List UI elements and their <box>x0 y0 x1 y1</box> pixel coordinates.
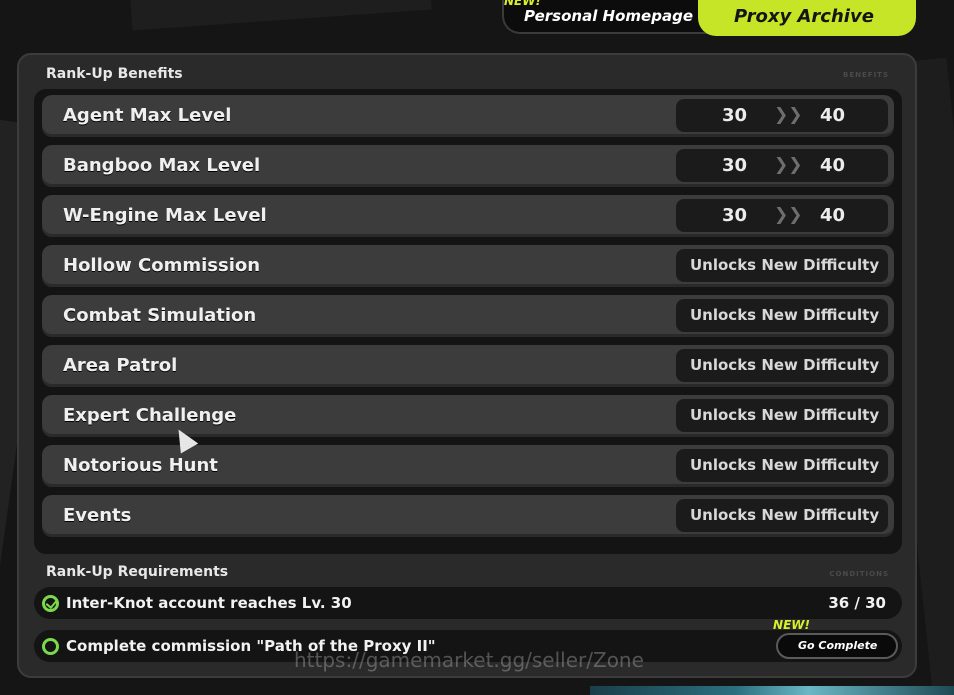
unlock-text: Unlocks New Difficulty <box>690 506 880 524</box>
background-stripe <box>128 0 432 31</box>
unlock-text: Unlocks New Difficulty <box>690 306 880 324</box>
unlock-value: Unlocks New Difficulty <box>676 299 888 332</box>
benefit-label: Expert Challenge <box>63 405 237 426</box>
check-complete-icon <box>42 595 59 612</box>
benefit-label: Agent Max Level <box>63 105 232 126</box>
tab-label: Proxy Archive <box>734 6 874 27</box>
benefit-row-area-patrol: Area Patrol Unlocks New Difficulty <box>42 345 894 387</box>
tab-label: Personal Homepage <box>524 7 693 25</box>
unlock-text: Unlocks New Difficulty <box>690 256 880 274</box>
benefit-row-expert-challenge: Expert Challenge Unlocks New Difficulty <box>42 395 894 437</box>
level-range: 30 ❯❯ 40 <box>676 149 888 182</box>
level-from: 30 <box>722 155 748 176</box>
benefit-label: Bangboo Max Level <box>63 155 261 176</box>
benefit-row-events: Events Unlocks New Difficulty <box>42 495 894 537</box>
benefit-label: Events <box>63 505 132 526</box>
unlock-value: Unlocks New Difficulty <box>676 449 888 482</box>
level-to: 40 <box>820 155 846 176</box>
benefit-label: Notorious Hunt <box>63 455 218 476</box>
requirements-tag: CONDITIONS <box>829 570 889 578</box>
benefit-row-w-engine-max-level: W-Engine Max Level 30 ❯❯ 40 <box>42 195 894 237</box>
benefit-row-agent-max-level: Agent Max Level 30 ❯❯ 40 <box>42 95 894 137</box>
go-complete-label: Go Complete <box>798 639 878 652</box>
benefit-row-combat-simulation: Combat Simulation Unlocks New Difficulty <box>42 295 894 337</box>
benefits-title: Rank-Up Benefits <box>46 66 183 82</box>
double-chevron-right-icon: ❯❯ <box>774 155 803 175</box>
benefit-row-notorious-hunt: Notorious Hunt Unlocks New Difficulty <box>42 445 894 487</box>
requirement-progress: 36 / 30 <box>828 594 886 612</box>
requirements-title: Rank-Up Requirements <box>46 564 229 580</box>
benefit-label: Combat Simulation <box>63 305 257 326</box>
go-complete-button[interactable]: Go Complete <box>776 633 898 659</box>
benefit-label: Area Patrol <box>63 355 178 376</box>
unlock-value: Unlocks New Difficulty <box>676 499 888 532</box>
top-tabs: NEW! Personal Homepage Proxy Archive <box>502 0 922 36</box>
unlock-value: Unlocks New Difficulty <box>676 399 888 432</box>
benefit-row-bangboo-max-level: Bangboo Max Level 30 ❯❯ 40 <box>42 145 894 187</box>
requirement-label: Inter-Knot account reaches Lv. 30 <box>66 594 352 612</box>
watermark: https://gamemarket.gg/seller/Zone <box>294 648 644 672</box>
benefits-list: Agent Max Level 30 ❯❯ 40 Bangboo Max Lev… <box>34 89 902 554</box>
benefit-label: W-Engine Max Level <box>63 205 267 226</box>
check-incomplete-icon <box>42 638 59 655</box>
unlock-value: Unlocks New Difficulty <box>676 249 888 282</box>
double-chevron-right-icon: ❯❯ <box>774 105 803 125</box>
unlock-text: Unlocks New Difficulty <box>690 456 880 474</box>
benefit-label: Hollow Commission <box>63 255 261 276</box>
level-range: 30 ❯❯ 40 <box>676 199 888 232</box>
level-from: 30 <box>722 205 748 226</box>
benefits-tag: BENEFITS <box>843 71 889 79</box>
level-to: 40 <box>820 105 846 126</box>
unlock-text: Unlocks New Difficulty <box>690 406 880 424</box>
benefit-row-hollow-commission: Hollow Commission Unlocks New Difficulty <box>42 245 894 287</box>
unlock-text: Unlocks New Difficulty <box>690 356 880 374</box>
level-from: 30 <box>722 105 748 126</box>
requirement-row-account-level: Inter-Knot account reaches Lv. 30 36 / 3… <box>34 587 902 619</box>
unlock-value: Unlocks New Difficulty <box>676 349 888 382</box>
level-range: 30 ❯❯ 40 <box>676 99 888 132</box>
rank-up-panel: Rank-Up Benefits BENEFITS Agent Max Leve… <box>17 53 917 678</box>
level-to: 40 <box>820 205 846 226</box>
new-badge: NEW! <box>773 618 810 632</box>
tab-proxy-archive[interactable]: Proxy Archive <box>698 0 916 36</box>
double-chevron-right-icon: ❯❯ <box>774 205 803 225</box>
corner-image-fragment <box>590 686 954 695</box>
